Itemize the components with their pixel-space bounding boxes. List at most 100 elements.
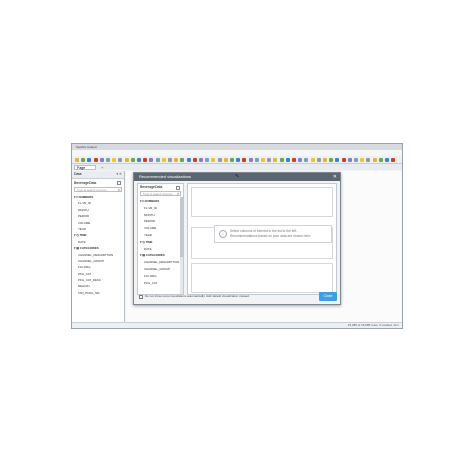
close-icon[interactable]: ✕ (333, 173, 337, 181)
toolbar-icon[interactable] (329, 157, 334, 162)
tree-item[interactable]: VOLUME (138, 225, 183, 232)
data-table-icon[interactable] (176, 185, 180, 190)
toolbar-icon[interactable] (230, 157, 234, 162)
toolbar-icon[interactable] (261, 157, 265, 162)
dialog-column-tree: ▾ # NUMBERS FL-VR_ID MONTH PERIOD VOLUME YEAR… (138, 198, 183, 286)
toolbar-icon[interactable] (285, 157, 290, 162)
toolbar-icon[interactable] (99, 157, 104, 162)
recommended-visualizations-dialog: Recommended visualizations ✕ BeverageDat… (133, 172, 341, 305)
toolbar-icon[interactable] (186, 157, 191, 162)
toolbar-icon[interactable] (199, 157, 203, 162)
toolbar-icon[interactable] (254, 157, 259, 162)
toolbar-icon[interactable] (143, 157, 148, 162)
toolbar-icon[interactable] (124, 157, 129, 162)
toolbar-icon[interactable] (279, 157, 284, 162)
toolbar-icon[interactable] (118, 157, 123, 162)
toolbar-icon[interactable] (106, 157, 110, 162)
toolbar-icon[interactable] (292, 157, 296, 162)
column-tree: ▾ # NUMBERS FL-VR_ID MONTH PERIOD VOLUME YEAR… (72, 194, 124, 296)
tree-item[interactable]: CHANNEL_DESCRIPTION (138, 259, 183, 266)
toolbar-icon[interactable] (137, 157, 141, 162)
tree-item[interactable]: PKG_CAT (138, 280, 183, 287)
toolbar-icon[interactable] (161, 157, 166, 162)
toolbar-icon[interactable] (149, 157, 154, 162)
toolbar-icon[interactable] (298, 157, 303, 162)
close-button[interactable]: Close (319, 292, 337, 301)
dialog-title: Recommended visualizations (139, 174, 192, 179)
dialog-footer: Do not show recommendations automaticall… (137, 292, 337, 301)
tree-group[interactable]: ▾ # NUMBERS (138, 198, 183, 205)
tree-item[interactable]: MONTH (138, 212, 183, 219)
toolbar-icon[interactable] (310, 157, 315, 162)
toolbar-icon[interactable] (223, 157, 228, 162)
status-bar: 15,085 of 15,085 rows, 0 marked, 12 c (72, 322, 402, 328)
toolbar-icon[interactable] (354, 157, 358, 162)
tree-item[interactable]: FLV-ORG (138, 273, 183, 280)
dont-show-checkbox[interactable] (139, 294, 143, 299)
tree-item[interactable]: FL-VR_ID (138, 205, 183, 212)
toolbar-icon[interactable] (112, 157, 117, 162)
toolbar-icon[interactable] (267, 157, 272, 162)
toolbar-icon[interactable] (174, 157, 179, 162)
toolbar-icon[interactable] (236, 157, 241, 162)
dialog-search-input[interactable]: Type to search columns ⚲ (140, 191, 181, 196)
toolbar-icon[interactable] (248, 157, 253, 162)
toolbar-icon[interactable] (372, 157, 377, 162)
status-text: 15,085 of 15,085 rows, 0 marked, 12 c (347, 323, 399, 327)
tree-item[interactable]: YEAR (138, 232, 183, 239)
toolbar-icon[interactable] (93, 157, 98, 162)
toolbar-icon[interactable] (391, 157, 396, 162)
toolbar-icon[interactable] (273, 157, 278, 162)
tree-item[interactable]: TAR_PKNG_NM (72, 290, 124, 296)
recommendation-slot[interactable] (191, 263, 333, 293)
tree-item[interactable]: PERIOD (138, 218, 183, 225)
toolbar-icon[interactable] (205, 157, 210, 162)
tree-item[interactable]: CHANNEL_GROUP (138, 266, 183, 273)
dont-show-label: Do not show recommendations automaticall… (145, 294, 250, 298)
tab-page[interactable]: Page + (74, 164, 103, 170)
scrollbar-thumb[interactable] (180, 197, 183, 257)
hint-line-2: Recommendations based on your data are s… (230, 234, 312, 238)
toolbar-icon[interactable] (192, 157, 197, 162)
info-icon: i (219, 230, 227, 238)
search-icon: ⚲ (117, 188, 120, 192)
tree-item[interactable]: DATE (138, 246, 183, 253)
toolbar-icon[interactable] (217, 157, 222, 162)
toolbar-icon[interactable] (323, 157, 327, 162)
dialog-data-source-name: BeverageData (140, 185, 163, 189)
toolbar (72, 156, 402, 164)
toolbar-icon[interactable] (316, 157, 321, 162)
data-table-icon[interactable] (117, 181, 121, 185)
tree-group[interactable]: ▾ ◷ TIME (138, 239, 183, 246)
toolbar-icon[interactable] (366, 157, 371, 162)
toolbar-icon[interactable] (81, 157, 86, 162)
scrollbar[interactable] (180, 197, 183, 294)
toolbar-icon[interactable] (335, 157, 340, 162)
mouse-cursor-icon: ⬁ (235, 173, 240, 179)
recommendations-area: i Select columns of interest in the list… (187, 183, 337, 295)
tree-group[interactable]: ▾ ▤ CATEGORIES (138, 252, 183, 259)
toolbar-icon[interactable] (130, 157, 135, 162)
add-page-button[interactable]: + (101, 165, 103, 170)
recommendation-hint: i Select columns of interest in the list… (214, 225, 332, 243)
tab-page-label: Page (77, 165, 86, 170)
toolbar-icon[interactable] (385, 157, 389, 162)
column-search-input[interactable]: Type to search columns ⚲ (74, 187, 122, 192)
toolbar-icon[interactable] (304, 157, 309, 162)
toolbar-icon[interactable] (168, 157, 172, 162)
data-source-selector[interactable]: BeverageData (72, 179, 124, 187)
toolbar-icon[interactable] (87, 157, 92, 162)
toolbar-icon[interactable] (347, 157, 352, 162)
panel-controls[interactable]: ▾ ✕ (116, 171, 122, 178)
toolbar-icon[interactable] (155, 157, 160, 162)
toolbar-icon[interactable] (211, 157, 216, 162)
recommendation-slot[interactable] (191, 187, 333, 217)
toolbar-icon[interactable] (242, 157, 247, 162)
data-panel-header: Data ▾ ✕ (72, 171, 124, 179)
toolbar-icon[interactable] (341, 157, 346, 162)
toolbar-icon[interactable] (180, 157, 185, 162)
toolbar-icon[interactable] (378, 157, 383, 162)
toolbar-icon[interactable] (75, 157, 79, 162)
toolbar-icon[interactable] (360, 157, 365, 162)
dialog-data-source[interactable]: BeverageData (138, 184, 183, 191)
